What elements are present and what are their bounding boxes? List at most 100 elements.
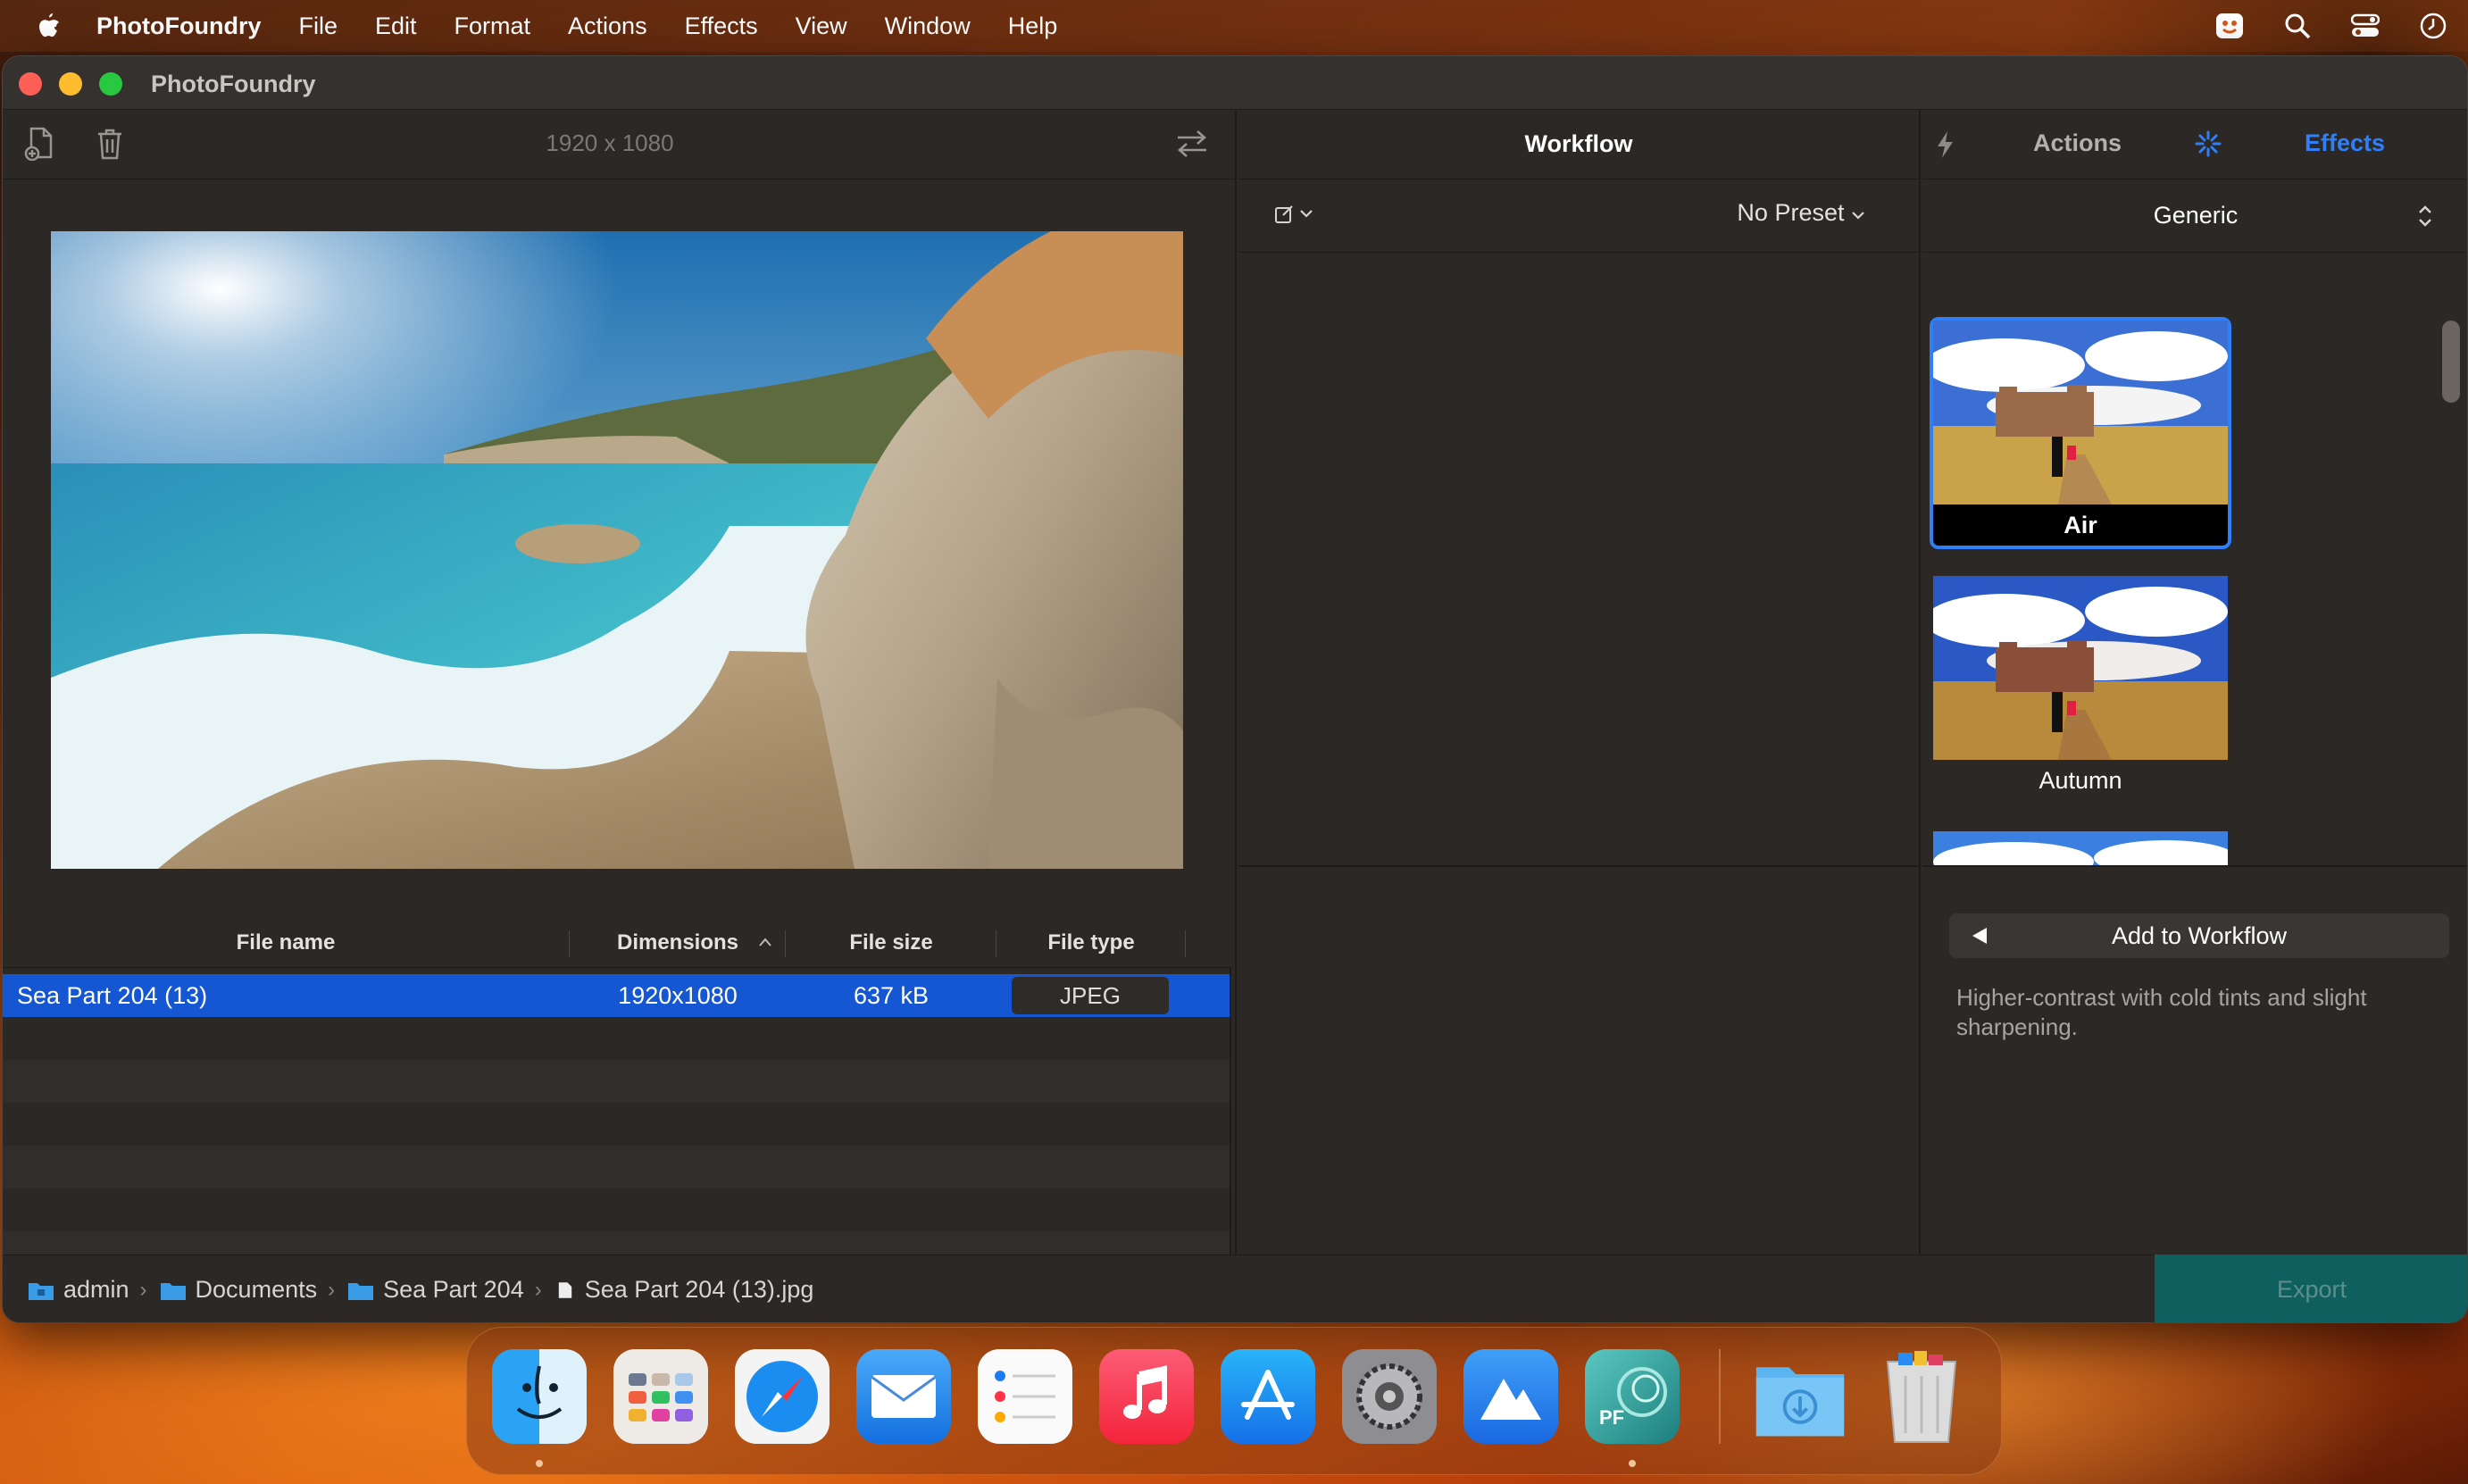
edit-icon xyxy=(1275,205,1293,223)
music-icon[interactable] xyxy=(1099,1349,1194,1444)
menu-view[interactable]: View xyxy=(796,13,847,40)
column-header-file-name[interactable]: File name xyxy=(3,918,569,968)
dock: PF xyxy=(466,1327,2002,1475)
trash-icon[interactable] xyxy=(92,126,128,162)
add-to-workflow-button[interactable]: Add to Workflow xyxy=(1949,913,2449,958)
photo-app-icon[interactable] xyxy=(1463,1349,1558,1444)
image-preview xyxy=(51,231,1183,869)
app-window: PhotoFoundry 1920 x 1080 File name Dimen… xyxy=(2,55,2468,1323)
effect-item-autumn[interactable]: Autumn xyxy=(1933,576,2228,801)
panel-divider[interactable] xyxy=(1919,110,1921,1308)
path-item-folder[interactable]: Sea Part 204 xyxy=(347,1276,524,1304)
swap-arrows-icon[interactable] xyxy=(1174,126,1210,162)
finder-icon[interactable] xyxy=(492,1349,587,1444)
triangle-left-icon xyxy=(1972,928,1987,944)
window-title: PhotoFoundry xyxy=(151,71,316,97)
export-button[interactable]: Export xyxy=(2155,1255,2467,1322)
launchpad-icon[interactable] xyxy=(613,1349,708,1444)
effect-thumbnail xyxy=(1933,321,2228,504)
column-header-dimensions[interactable]: Dimensions xyxy=(571,918,785,968)
menu-extra-app-icon[interactable] xyxy=(2214,11,2245,41)
folder-icon xyxy=(348,1282,374,1300)
chevron-down-icon xyxy=(1852,212,1864,220)
column-divider[interactable] xyxy=(785,930,786,957)
add-file-icon[interactable] xyxy=(22,126,58,162)
column-header-dimensions-label: Dimensions xyxy=(616,930,739,955)
menu-app-name[interactable]: PhotoFoundry xyxy=(96,13,261,40)
menu-help[interactable]: Help xyxy=(1008,13,1058,40)
reminders-icon[interactable] xyxy=(978,1349,1072,1444)
add-to-workflow-label: Add to Workflow xyxy=(2111,921,2288,949)
sparkle-icon[interactable] xyxy=(2194,129,2222,158)
table-header: File name Dimensions File size File type xyxy=(3,918,1231,968)
effects-tabs: Actions Effects xyxy=(1922,110,2467,179)
downloads-folder-icon[interactable] xyxy=(1753,1349,1847,1444)
cell-file-size: 637 kB xyxy=(853,981,930,1009)
running-indicator xyxy=(1629,1460,1636,1467)
file-toolbar: 1920 x 1080 xyxy=(3,110,1235,179)
effect-description: Higher-contrast with cold tints and slig… xyxy=(1956,984,2367,1040)
path-item-documents[interactable]: Documents xyxy=(160,1276,318,1304)
effects-scrollbar[interactable] xyxy=(2442,321,2460,403)
column-header-file-size[interactable]: File size xyxy=(787,918,996,968)
column-header-file-type[interactable]: File type xyxy=(997,918,1185,968)
image-dimensions-label: 1920 x 1080 xyxy=(546,129,674,156)
path-label: Sea Part 204 (13).jpg xyxy=(584,1276,814,1303)
table-row[interactable]: Sea Part 204 (13) 1920x1080 637 kB JPEG xyxy=(3,974,1230,1017)
safari-icon[interactable] xyxy=(735,1349,830,1444)
empty-row xyxy=(3,1188,1230,1231)
running-indicator xyxy=(536,1460,543,1467)
trash-icon[interactable] xyxy=(1874,1349,1969,1444)
menu-effects[interactable]: Effects xyxy=(685,13,758,40)
lightning-icon[interactable] xyxy=(1935,129,1956,160)
preset-dropdown[interactable]: No Preset xyxy=(1737,199,1865,227)
empty-row xyxy=(3,1103,1230,1146)
chevron-down-icon xyxy=(1300,210,1313,218)
empty-row xyxy=(3,1017,1230,1060)
cell-file-type-popup[interactable]: JPEG xyxy=(1012,977,1169,1014)
workflow-divider xyxy=(1238,865,1919,867)
folder-icon xyxy=(160,1282,186,1300)
photofoundry-icon[interactable]: PF xyxy=(1585,1349,1680,1444)
clock-icon[interactable] xyxy=(2418,11,2448,41)
tab-effects[interactable]: Effects xyxy=(2305,129,2385,157)
menu-window[interactable]: Window xyxy=(885,13,971,40)
system-settings-icon[interactable] xyxy=(1342,1349,1437,1444)
path-label: Sea Part 204 xyxy=(383,1276,524,1303)
effect-item-partial[interactable] xyxy=(1933,831,2228,865)
effects-panel: Actions Effects Generic Air Autumn Add t… xyxy=(1922,110,2467,1308)
effect-item-air[interactable]: Air xyxy=(1930,317,2231,549)
spotlight-search-icon[interactable] xyxy=(2282,11,2313,41)
menu-actions[interactable]: Actions xyxy=(568,13,647,40)
chevron-right-icon: › xyxy=(328,1277,336,1302)
effect-label: Air xyxy=(1933,504,2228,546)
file-panel: 1920 x 1080 File name Dimensions File si… xyxy=(3,110,1235,1322)
path-label: Documents xyxy=(195,1276,318,1303)
preset-dropdown-label: No Preset xyxy=(1737,199,1845,226)
menu-file[interactable]: File xyxy=(298,13,338,40)
minimize-window-button[interactable] xyxy=(59,72,82,96)
apple-menu-icon[interactable] xyxy=(36,12,61,40)
mail-icon[interactable] xyxy=(856,1349,951,1444)
path-item-file[interactable]: Sea Part 204 (13).jpg xyxy=(554,1276,814,1304)
menu-format[interactable]: Format xyxy=(454,13,531,40)
home-folder-icon xyxy=(29,1282,54,1300)
category-dropdown[interactable]: Generic xyxy=(1922,179,2467,253)
effect-thumbnail xyxy=(1933,576,2228,760)
workflow-panel: Workflow No Preset xyxy=(1238,110,1919,1308)
edit-menu-button[interactable] xyxy=(1274,203,1313,224)
path-item-admin[interactable]: admin xyxy=(28,1276,129,1304)
cell-dimensions: 1920x1080 xyxy=(618,981,738,1009)
tab-actions[interactable]: Actions xyxy=(2033,129,2122,157)
panel-divider[interactable] xyxy=(1235,110,1237,1308)
column-divider[interactable] xyxy=(1185,930,1186,957)
chevron-right-icon: › xyxy=(534,1277,542,1302)
empty-row xyxy=(3,1146,1230,1188)
control-center-icon[interactable] xyxy=(2350,11,2380,41)
effect-label: Autumn xyxy=(2039,766,2122,794)
app-store-icon[interactable] xyxy=(1221,1349,1315,1444)
close-window-button[interactable] xyxy=(19,72,42,96)
menu-edit[interactable]: Edit xyxy=(375,13,417,40)
column-divider[interactable] xyxy=(569,930,570,957)
zoom-window-button[interactable] xyxy=(99,72,122,96)
